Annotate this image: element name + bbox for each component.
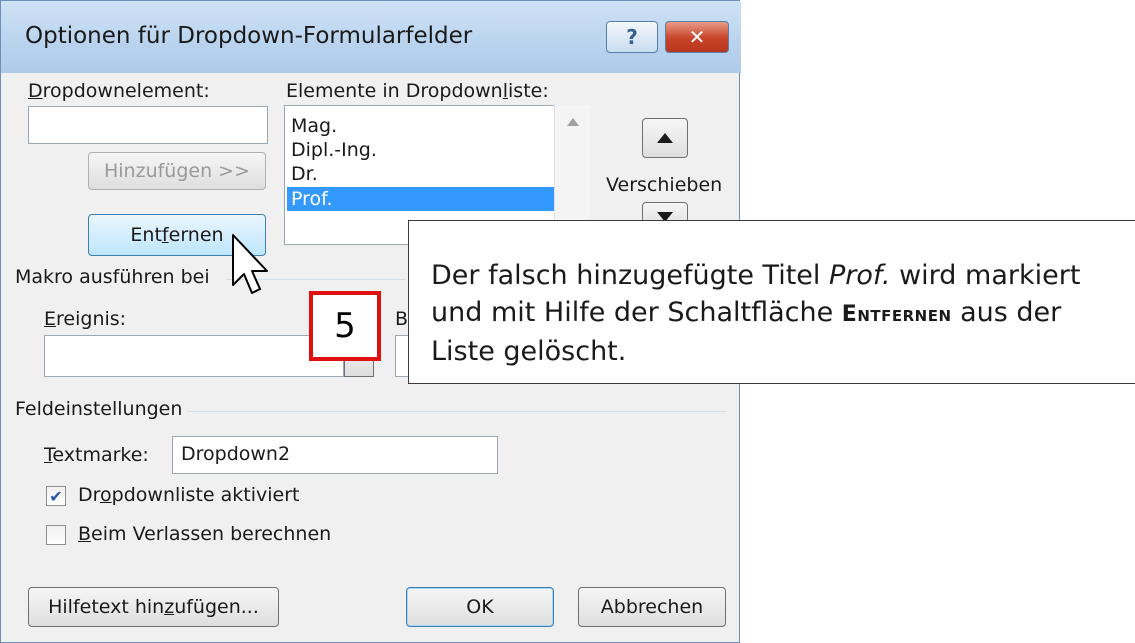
section-divider [187,411,727,412]
callout-text-part: Der falsch hinzugefügte Titel [431,260,829,291]
field-settings-label: Feldeinstellungen [15,398,183,420]
ok-button[interactable]: OK [406,587,554,627]
help-text-button[interactable]: Hilfetext hin z ufügen... [28,587,279,627]
list-item[interactable]: Dipl.-Ing. [291,138,377,162]
step-number-badge: 5 [309,291,381,361]
label-part: pdownliste aktiviert [111,484,300,506]
help-button[interactable]: ? [606,21,658,53]
list-item[interactable]: Dr. [291,162,318,186]
label-part: Elemente in Dropdown [286,80,503,102]
label-part: eim Verlassen berechnen [91,523,332,545]
label-part: Ent [130,224,162,246]
scroll-up-icon[interactable] [566,117,580,127]
dialog-title: Optionen für Dropdown-Formularfelder [25,23,473,49]
list-item[interactable]: Mag. [291,114,337,138]
access-key: E [44,308,57,330]
label-part: ropdownelement: [42,80,210,102]
access-key: B [78,523,92,545]
dropdown-element-label: Dropdownelement: [28,80,210,102]
add-button[interactable]: Hinzufügen >> [88,152,266,190]
label-part: iste: [508,80,549,102]
move-label: Verschieben [606,174,723,196]
move-up-button[interactable] [642,118,688,158]
access-key: D [28,80,43,102]
enabled-checkbox-label[interactable]: Dropdownliste aktiviert [78,484,299,506]
label-part: extmarke: [52,444,149,466]
calc-checkbox[interactable] [46,525,66,545]
bookmark-label: Textmarke: [44,444,149,466]
event-select[interactable] [44,335,344,377]
label-part: ernen [168,224,224,246]
callout-text: Der falsch hinzugefügte Titel Prof. wird… [431,257,1121,370]
event-label: Ereignis: [44,308,126,330]
list-item-selected[interactable]: Prof. [287,187,555,211]
access-key: f [161,224,169,246]
triangle-up-icon [657,133,673,143]
title-bar[interactable]: Optionen für Dropdown-Formularfelder ? ✕ [1,1,741,73]
close-button[interactable]: ✕ [665,21,729,53]
callout-box: Der falsch hinzugefügte Titel Prof. wird… [408,220,1135,384]
label-part: Dr [78,484,101,506]
macro-section-label: Makro ausführen bei [15,266,210,288]
exit-label: B [395,308,409,330]
cancel-button[interactable]: Abbrechen [578,587,726,627]
callout-text-bold: Entfernen [841,302,952,327]
label-part: Hilfetext hin [48,596,165,618]
mouse-cursor-icon [232,234,268,294]
callout-text-italic: Prof. [829,260,891,291]
access-key: o [100,484,112,506]
enabled-checkbox[interactable]: ✔ [46,486,66,506]
bookmark-input[interactable]: Dropdown2 [172,436,498,474]
access-key: z [164,596,175,618]
label-part: ufügen... [174,596,259,618]
calc-checkbox-label[interactable]: Beim Verlassen berechnen [78,523,331,545]
dropdown-element-input[interactable] [28,106,268,144]
label-part: reignis: [56,308,127,330]
dropdown-list-label: Elemente in Dropdownliste: [286,80,549,102]
